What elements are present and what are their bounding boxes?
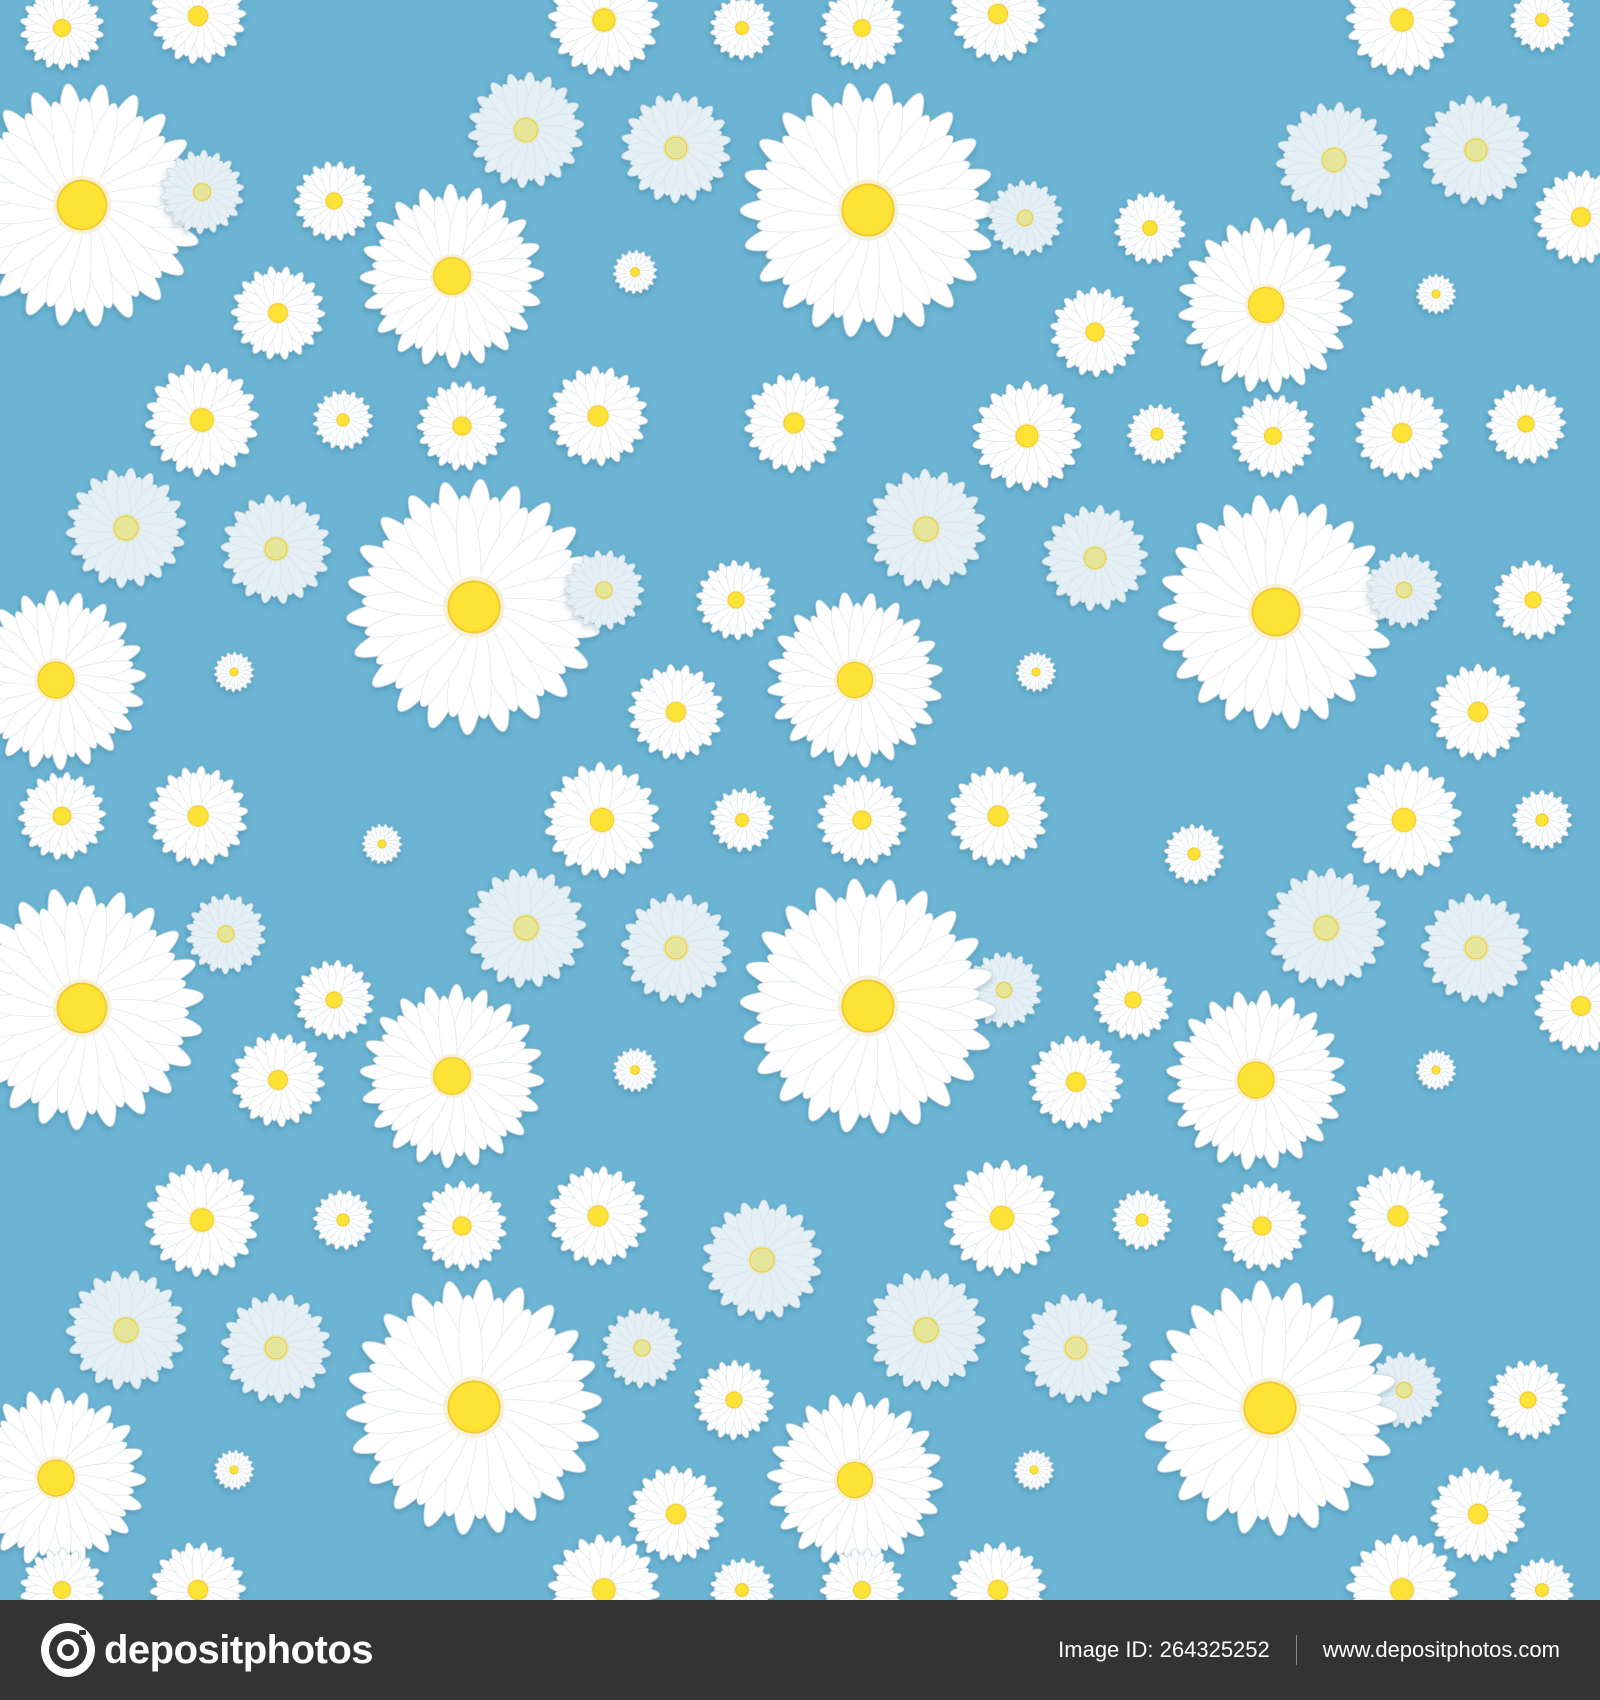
daisy-center	[53, 19, 71, 37]
brand-logo[interactable]: depositphotos	[40, 1622, 374, 1678]
daisy-center	[1031, 667, 1041, 677]
daisy-pattern	[0, 0, 1600, 1600]
image-id-label: Image ID:	[1058, 1637, 1154, 1662]
daisy-center	[630, 267, 640, 277]
daisy-center	[664, 136, 688, 160]
daisy-center	[1395, 581, 1413, 599]
brand-name: depositphotos	[104, 1627, 374, 1672]
daisy-center	[193, 183, 211, 201]
meta-divider	[1295, 1635, 1297, 1665]
site-url-link[interactable]: www.depositphotos.com	[1323, 1637, 1560, 1663]
daisy-center	[1571, 996, 1591, 1016]
daisy-center	[913, 1317, 939, 1343]
image-meta: Image ID: 264325252 www.depositphotos.co…	[1058, 1635, 1560, 1665]
daisy-center	[749, 1247, 775, 1273]
daisy-center	[336, 413, 350, 427]
image-id-text: Image ID: 264325252	[1058, 1637, 1270, 1663]
daisy-center	[53, 1581, 71, 1599]
daisy-center	[852, 810, 872, 830]
daisy-center	[1015, 424, 1039, 448]
camera-logo-icon	[41, 1623, 95, 1677]
footer-bar: depositphotos Image ID: 264325252 www.de…	[0, 1600, 1600, 1700]
daisy-center	[1535, 813, 1549, 827]
image-id-value: 264325252	[1159, 1637, 1270, 1662]
